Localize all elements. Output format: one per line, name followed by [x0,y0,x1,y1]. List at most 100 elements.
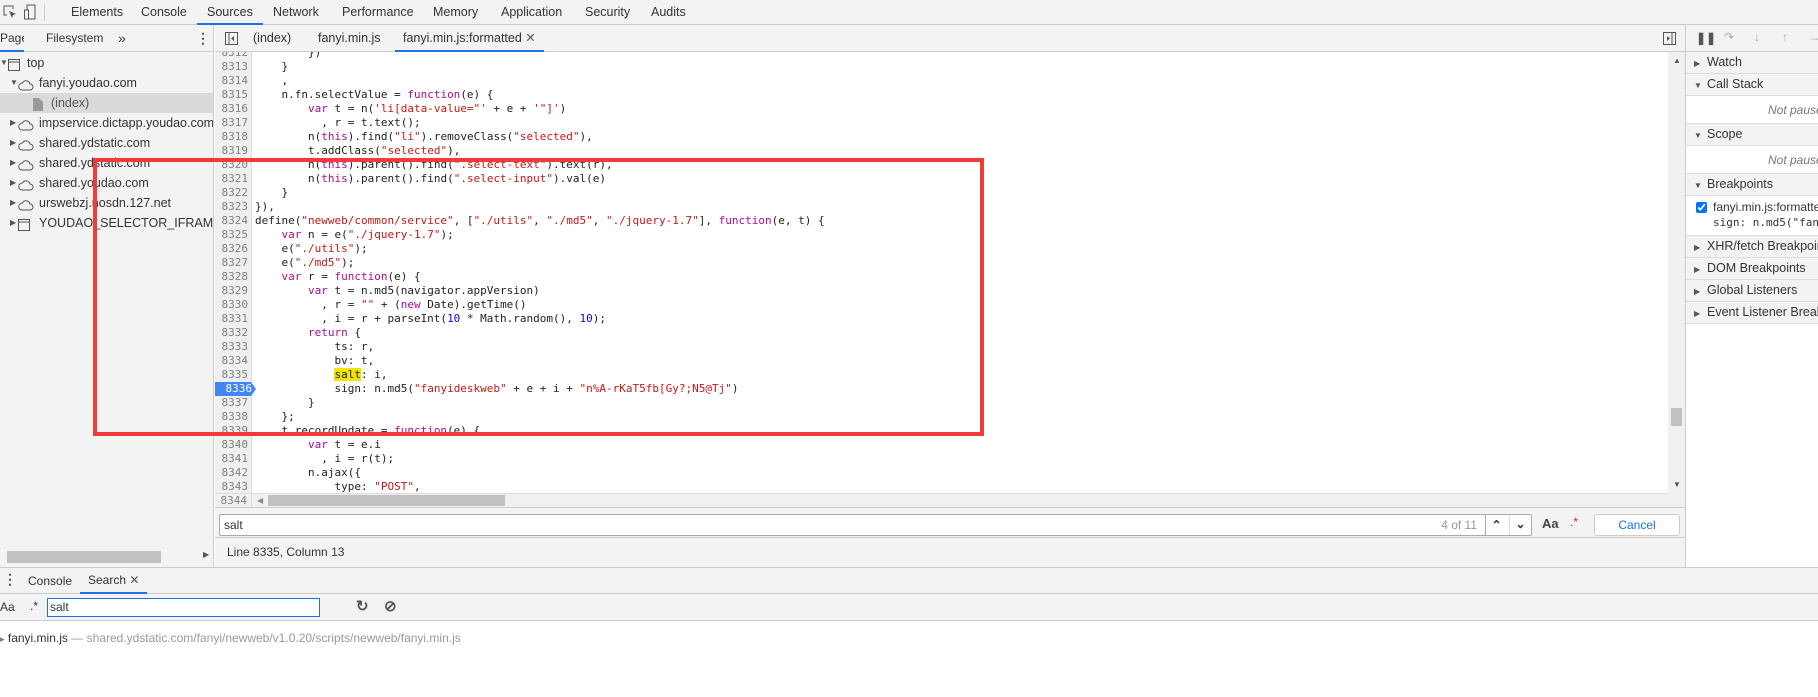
code-line[interactable]: 8322 } [215,186,1668,200]
section-breakpoints[interactable]: ▼ Breakpoints [1686,174,1818,196]
line-number[interactable]: 8317 [215,116,252,130]
tree-item[interactable]: ▶ impservice.dictapp.youdao.com [0,113,213,133]
code-line[interactable]: 8332 return { [215,326,1668,340]
line-number[interactable]: 8330 [215,298,252,312]
navigator-hscrollbar[interactable]: ▶ [0,547,214,567]
code-line[interactable]: 8321 n(this).parent().find(".select-inpu… [215,172,1668,186]
line-number[interactable]: 8339 [215,424,252,438]
line-number[interactable]: 8318 [215,130,252,144]
code-line[interactable]: 8335 salt: i, [215,368,1668,382]
code-editor[interactable]: 8312 }) 8313 } 8314 , 8315 n.fn.selectValue… [215,52,1668,493]
code-line[interactable]: 8313 } [215,60,1668,74]
tab-elements[interactable]: Elements [71,0,123,25]
step-out-icon[interactable]: ↑ [1782,30,1788,44]
editor-vscrollbar[interactable]: ▲ ▼ [1668,52,1685,507]
code-line[interactable]: 8342 n.ajax({ [215,466,1668,480]
scroll-down-icon[interactable]: ▼ [1673,480,1681,489]
tree-item[interactable]: ▼ fanyi.youdao.com [0,73,213,93]
pause-icon[interactable]: ❚❚ [1696,31,1716,45]
menu-kebab-icon[interactable]: ⋮ [196,25,210,52]
drawer-menu-icon[interactable]: ⋮ [3,571,17,588]
tree-item[interactable]: (index) [0,93,213,113]
editor-tab-formatted[interactable]: fanyi.min.js:formatted ✕ [395,25,544,52]
code-line[interactable]: 8336 sign: n.md5("fanyideskweb" + e + i … [215,382,1668,396]
line-number[interactable]: 8316 [215,102,252,116]
code-line[interactable]: 8324 define("newweb/common/service", ["./… [215,214,1668,228]
tab-performance[interactable]: Performance [342,0,414,25]
tree-item[interactable]: ▼ top [0,53,213,73]
section-global-listeners[interactable]: ▶ Global Listeners [1686,280,1818,302]
code-line[interactable]: 8328 var r = function(e) { [215,270,1668,284]
code-line[interactable]: 8330 , r = "" + (new Date).getTime() [215,298,1668,312]
close-tab-icon[interactable]: ✕ [129,573,139,587]
expanded-arrow-icon[interactable]: ▼ [0,53,8,73]
line-number[interactable]: 8342 [215,466,252,480]
code-line[interactable]: 8329 var t = n.md5(navigator.appVersion) [215,284,1668,298]
scroll-left-icon[interactable]: ◀ [257,496,263,505]
line-number[interactable]: 8337 [215,396,252,410]
match-case-button[interactable]: Aa [0,600,15,614]
line-number[interactable]: 8335 [215,368,252,382]
collapsed-arrow-icon[interactable]: ▶ [10,193,16,213]
more-tabs-icon[interactable]: » [118,25,126,52]
tab-filesystem[interactable]: Filesystem [46,25,103,52]
section-xhr-breakpoints[interactable]: ▶ XHR/fetch Breakpoints [1686,236,1818,258]
regex-button[interactable]: .* [1570,515,1578,529]
tree-item[interactable]: ▶ shared.ydstatic.com [0,133,213,153]
breakpoint-item[interactable]: fanyi.min.js:formatted:8336 sign: n.md5(… [1686,196,1818,236]
step-icon[interactable]: → [1808,30,1818,44]
tab-network[interactable]: Network [273,0,319,25]
code-line[interactable]: 8337 } [215,396,1668,410]
code-line[interactable]: 8341 , i = r(t); [215,452,1668,466]
tab-memory[interactable]: Memory [433,0,478,25]
line-number[interactable]: 8326 [215,242,252,256]
code-line[interactable]: 8343 type: "POST", [215,480,1668,493]
line-number[interactable]: 8324 [215,214,252,228]
collapsed-arrow-icon[interactable]: ▶ [10,213,16,233]
tree-item[interactable]: ▶ urswebzj.nosdn.127.net [0,193,213,213]
inspect-element-icon[interactable] [3,5,17,19]
line-number[interactable]: 8328 [215,270,252,284]
tab-application[interactable]: Application [501,0,562,25]
editor-hscrollbar[interactable]: 8344 ◀ [215,493,1668,508]
line-number[interactable]: 8322 [215,186,252,200]
collapsed-arrow-icon[interactable]: ▶ [10,153,16,173]
code-line[interactable]: 8326 e("./utils"); [215,242,1668,256]
tree-item[interactable]: ▶ YOUDAO_SELECTOR_IFRAME (about:blank) [0,213,213,233]
section-watch[interactable]: ▶ Watch [1686,52,1818,74]
section-call-stack[interactable]: ▼ Call Stack [1686,74,1818,96]
line-number[interactable]: 8312 [215,52,252,60]
line-number[interactable]: 8341 [215,452,252,466]
line-number[interactable]: 8321 [215,172,252,186]
line-number[interactable]: 8343 [215,480,252,493]
scrollbar-thumb[interactable] [268,495,505,506]
tree-item[interactable]: ▶ shared.ydstatic.com [0,153,213,173]
section-dom-breakpoints[interactable]: ▶ DOM Breakpoints [1686,258,1818,280]
collapsed-arrow-icon[interactable]: ▶ [10,133,16,153]
breakpoint-marker[interactable]: 8336 [215,382,256,396]
find-input[interactable]: salt [224,518,243,532]
code-line[interactable]: 8333 ts: r, [215,340,1668,354]
next-match-icon[interactable]: ⌄ [1509,515,1531,535]
drawer-tab-search[interactable]: Search ✕ [80,568,148,594]
code-line[interactable]: 8319 t.addClass("selected"), [215,144,1668,158]
clear-icon[interactable]: ⊘ [384,597,397,615]
line-number[interactable]: 8329 [215,284,252,298]
editor-tab-fanyi-min-js[interactable]: fanyi.min.js [318,25,381,52]
code-line[interactable]: 8317 , r = t.text(); [215,116,1668,130]
line-number[interactable]: 8327 [215,256,252,270]
code-line[interactable]: 8312 }) [215,52,1668,60]
step-into-icon[interactable]: ↓ [1754,30,1760,44]
line-number[interactable]: 8323 [215,200,252,214]
line-number[interactable]: 8313 [215,60,252,74]
cancel-button[interactable]: Cancel [1594,514,1680,536]
code-line[interactable]: 8327 e("./md5"); [215,256,1668,270]
code-line[interactable]: 8315 n.fn.selectValue = function(e) { [215,88,1668,102]
code-line[interactable]: 8334 bv: t, [215,354,1668,368]
code-line[interactable]: 8331 , i = r + parseInt(10 * Math.random… [215,312,1668,326]
code-line[interactable]: 8338 }; [215,410,1668,424]
code-line[interactable]: 8314 , [215,74,1668,88]
find-input-box[interactable]: salt 4 of 11 ⌃ ⌄ [219,514,1532,536]
scrollbar-thumb[interactable] [1671,408,1682,426]
step-over-icon[interactable]: ↷ [1724,30,1734,44]
